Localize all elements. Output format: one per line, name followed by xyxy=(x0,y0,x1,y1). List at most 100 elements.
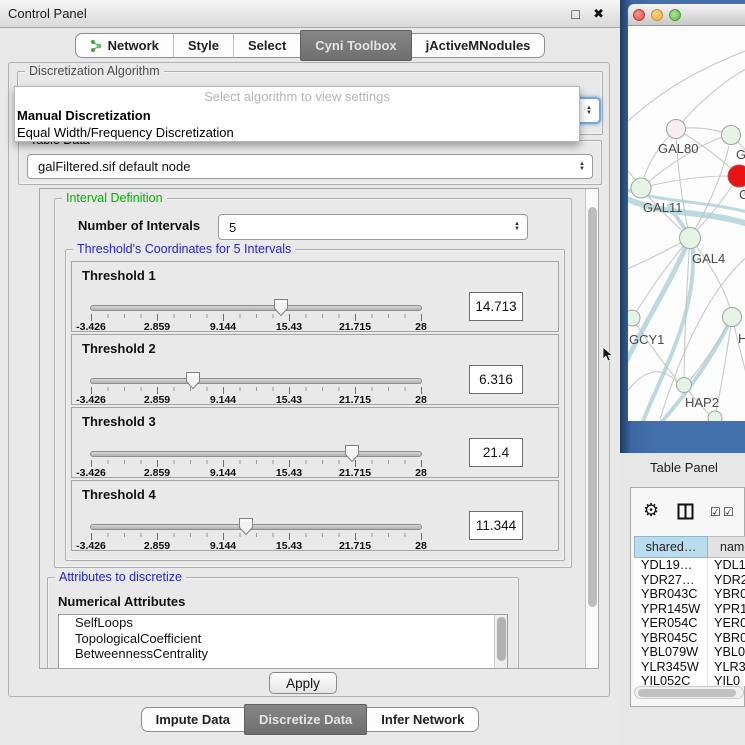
close-icon[interactable]: ✖ xyxy=(593,0,604,28)
axis-tick-label: 2.859 xyxy=(122,394,192,406)
numerical-attributes-list[interactable]: SelfLoopsTopologicalCoefficientBetweenne… xyxy=(58,614,508,669)
threshold-value-field[interactable]: 6.316 xyxy=(469,365,523,394)
axis-tick-label: 28 xyxy=(386,321,456,333)
cell-name: YER0 xyxy=(708,616,745,631)
axis-tick-label: 15.43 xyxy=(254,540,324,552)
axis-tick-label: -3.426 xyxy=(56,467,126,479)
network-node[interactable] xyxy=(667,120,686,139)
right-side: GAL80GACGAL11GAL4GCY1HHAP2 Table Panel ⚙… xyxy=(620,0,745,745)
axis-tick-label: 9.144 xyxy=(188,394,258,406)
table-row[interactable]: YIL052CYIL0 xyxy=(634,674,745,686)
threshold-value-field[interactable]: 11.344 xyxy=(469,511,523,540)
column-header-shared-name[interactable]: shared… xyxy=(634,536,708,558)
checkbox-icon[interactable]: ☑ xyxy=(723,505,734,519)
threshold-slider-thumb[interactable] xyxy=(345,445,359,462)
table-data-fieldset: Table Data galFiltered.sif default node … xyxy=(18,140,602,185)
attribute-list-item[interactable]: BetweennessCentrality xyxy=(59,646,507,662)
network-node[interactable] xyxy=(722,126,741,145)
threshold-slider-track[interactable] xyxy=(90,451,422,457)
algorithm-option-equal-width[interactable]: Equal Width/Frequency Discretization xyxy=(15,124,579,141)
table-row[interactable]: YDR27…YDR2 xyxy=(634,573,745,588)
table-row[interactable]: YBL079WYBL0 xyxy=(634,645,745,660)
split-columns-icon[interactable] xyxy=(677,503,694,520)
number-of-intervals-combobox[interactable]: 5 ▲▼ xyxy=(218,214,528,240)
table-data-combobox[interactable]: galFiltered.sif default node ▲▼ xyxy=(27,154,593,179)
gear-icon[interactable]: ⚙ xyxy=(643,500,659,521)
threshold-slider-thumb[interactable] xyxy=(186,372,200,389)
threshold-slider-track[interactable] xyxy=(90,305,422,311)
network-node[interactable] xyxy=(631,178,651,198)
settings-vertical-scrollbar[interactable] xyxy=(585,189,599,668)
axis-tick-label: 9.144 xyxy=(188,540,258,552)
spinner-icon: ▲▼ xyxy=(579,162,585,172)
attributes-list-scrollbar[interactable] xyxy=(494,615,507,669)
tab-jactivemnodules-label: jActiveMNodules xyxy=(426,34,531,57)
tab-select[interactable]: Select xyxy=(233,33,300,58)
network-node-label: GA xyxy=(736,147,745,162)
axis-tick-label: 28 xyxy=(386,394,456,406)
tab-select-label: Select xyxy=(248,34,286,57)
table-row[interactable]: YBR043CYBR0 xyxy=(634,587,745,602)
cell-name: YDR2 xyxy=(708,573,745,588)
threshold-slider-track[interactable] xyxy=(90,524,422,530)
attributes-legend: Attributes to discretize xyxy=(55,570,186,584)
threshold-slider-thumb[interactable] xyxy=(274,299,288,316)
column-header-name[interactable]: name xyxy=(708,536,745,558)
threshold-label: Threshold 2 xyxy=(82,341,156,356)
close-traffic-light-icon[interactable] xyxy=(633,9,645,21)
tab-infer-network[interactable]: Infer Network xyxy=(367,707,479,732)
threshold-panel: Threshold 4 -3.4262.8599.14415.4321.7152… xyxy=(71,480,559,551)
table-row[interactable]: YDL19…YDL1 xyxy=(634,558,745,573)
threshold-label: Threshold 4 xyxy=(82,487,156,502)
network-node-label: GAL11 xyxy=(643,200,683,215)
app-root: Control Panel □ ✖ Network Style Select xyxy=(0,0,745,745)
checkbox-icon[interactable]: ☑ xyxy=(710,505,721,519)
threshold-value-field[interactable]: 14.713 xyxy=(469,292,523,321)
table-rows: YDL19…YDL1YDR27…YDR2YBR043CYBR0YPR145WYP… xyxy=(634,558,745,686)
tab-jactivemnodules[interactable]: jActiveMNodules xyxy=(412,33,546,58)
tab-style[interactable]: Style xyxy=(173,33,233,58)
network-node[interactable] xyxy=(680,228,701,249)
table-horizontal-scrollbar[interactable] xyxy=(634,686,744,699)
network-node[interactable] xyxy=(728,165,745,187)
table-row[interactable]: YLR345WYLR3 xyxy=(634,660,745,675)
tab-discretize-data[interactable]: Discretize Data xyxy=(244,704,367,735)
tab-cyni-toolbox[interactable]: Cyni Toolbox xyxy=(300,30,411,61)
threshold-slider-track[interactable] xyxy=(90,378,422,384)
settings-scroll-panel: Interval Definition Number of Intervals … xyxy=(39,188,599,669)
attribute-list-item[interactable]: SelfLoops xyxy=(59,615,507,631)
table-row[interactable]: YER054CYER0 xyxy=(634,616,745,631)
control-panel-titlebar: Control Panel □ ✖ xyxy=(0,0,620,28)
axis-tick-label: 2.859 xyxy=(122,467,192,479)
attribute-list-item[interactable]: TopologicalCoefficient xyxy=(59,631,507,647)
table-row[interactable]: YBR045CYBR0 xyxy=(634,631,745,646)
tab-impute-data[interactable]: Impute Data xyxy=(141,707,244,732)
axis-tick-label: 21.715 xyxy=(320,467,390,479)
network-node[interactable] xyxy=(723,308,742,327)
network-canvas[interactable]: GAL80GACGAL11GAL4GCY1HHAP2 xyxy=(628,26,745,421)
threshold-slider-thumb[interactable] xyxy=(239,518,253,535)
axis-tick-label: 15.43 xyxy=(254,321,324,333)
axis-tick-label: 28 xyxy=(386,540,456,552)
float-window-icon[interactable]: □ xyxy=(572,0,580,28)
table-panel: ⚙ ☑ ☑ shared… name YDL19…YDL1YDR27…YDR2Y… xyxy=(630,487,745,707)
cell-shared-name: YDR27… xyxy=(634,573,708,588)
number-of-intervals-value: 5 xyxy=(229,220,236,235)
cell-name: YIL0 xyxy=(708,674,745,686)
network-window-titlebar[interactable] xyxy=(628,4,745,26)
attributes-fieldset: Attributes to discretize Numerical Attri… xyxy=(47,577,519,669)
tab-network[interactable]: Network xyxy=(75,33,173,58)
zoom-traffic-light-icon[interactable] xyxy=(669,9,681,21)
minimize-traffic-light-icon[interactable] xyxy=(651,9,663,21)
network-node[interactable] xyxy=(628,310,640,326)
algorithm-option-manual[interactable]: Manual Discretization xyxy=(15,107,579,124)
axis-tick-label: 15.43 xyxy=(254,467,324,479)
threshold-value-field[interactable]: 21.4 xyxy=(469,438,523,467)
network-node[interactable] xyxy=(708,411,722,421)
table-row[interactable]: YPR145WYPR1 xyxy=(634,602,745,617)
threshold-panel: Threshold 1 -3.4262.8599.14415.4321.7152… xyxy=(71,261,559,332)
network-node[interactable] xyxy=(677,378,692,393)
apply-button[interactable]: Apply xyxy=(269,672,337,694)
network-node-label: C xyxy=(739,187,745,202)
axis-tick-label: -3.426 xyxy=(56,540,126,552)
